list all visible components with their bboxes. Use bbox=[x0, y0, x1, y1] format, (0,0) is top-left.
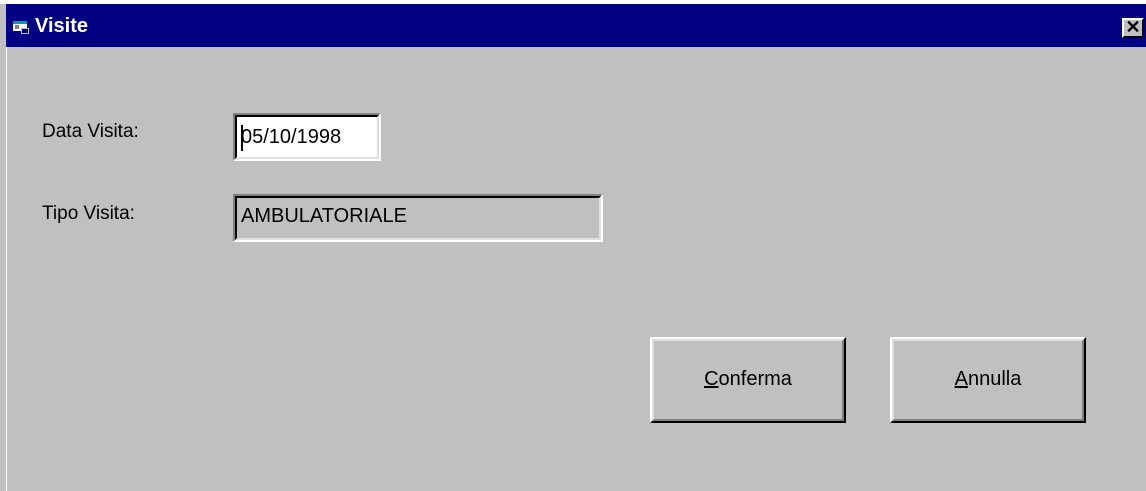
annulla-button[interactable]: Annulla bbox=[890, 337, 1086, 423]
tipo-visita-label: Tipo Visita: bbox=[42, 203, 135, 224]
conferma-button[interactable]: Conferma bbox=[650, 337, 846, 423]
close-button[interactable]: ✕ bbox=[1122, 18, 1144, 38]
app-window-icon bbox=[13, 21, 29, 34]
tipo-visita-field[interactable]: AMBULATORIALE bbox=[233, 194, 603, 242]
data-visita-input[interactable] bbox=[239, 119, 377, 155]
annulla-label: nnulla bbox=[967, 368, 1022, 390]
window-title: Visite bbox=[35, 15, 88, 37]
annulla-accelerator: A bbox=[954, 368, 968, 390]
data-visita-label: Data Visita: bbox=[42, 121, 139, 142]
data-visita-field[interactable] bbox=[233, 113, 381, 161]
conferma-label: onferma bbox=[718, 368, 792, 390]
tipo-visita-value: AMBULATORIALE bbox=[241, 205, 407, 227]
conferma-accelerator: C bbox=[704, 368, 719, 390]
close-icon: ✕ bbox=[1125, 17, 1141, 37]
title-bar[interactable]: Visite ✕ bbox=[6, 4, 1146, 47]
text-caret bbox=[241, 125, 243, 151]
